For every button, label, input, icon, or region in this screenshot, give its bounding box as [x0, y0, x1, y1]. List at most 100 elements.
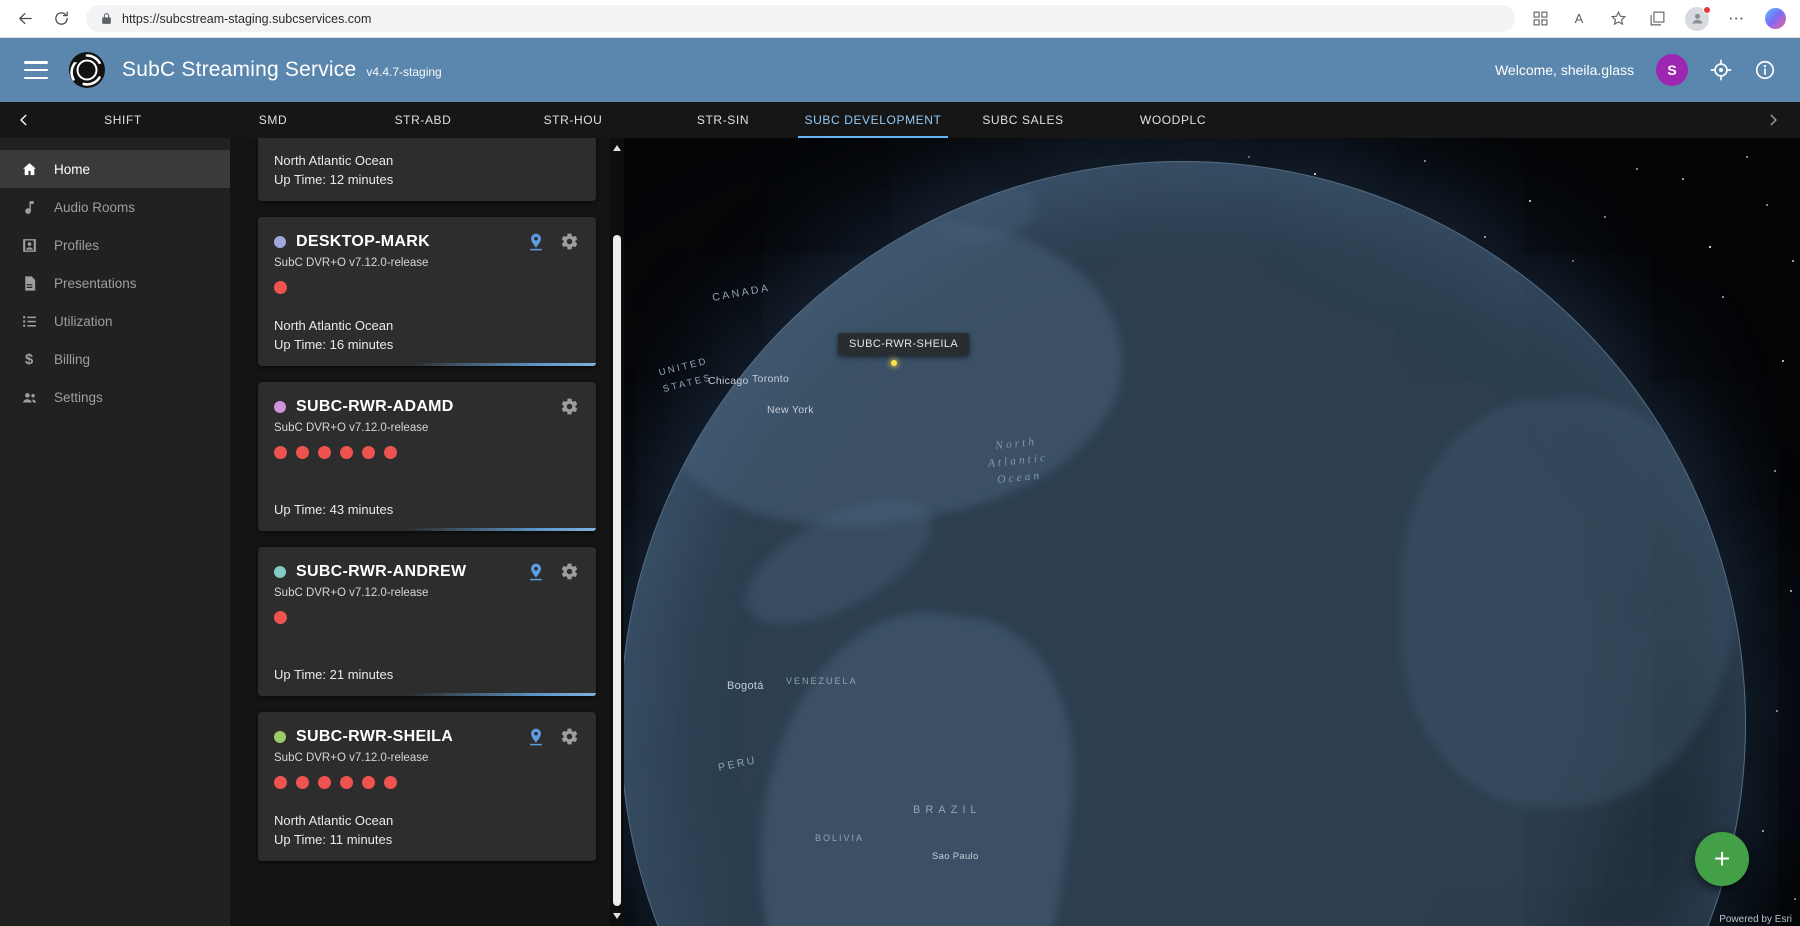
document-icon [20, 274, 38, 292]
tab-shift[interactable]: SHIFT [48, 102, 198, 138]
device-map-marker[interactable] [891, 360, 897, 366]
person-icon [1690, 11, 1705, 26]
location-pin-icon[interactable] [526, 562, 546, 582]
location-pin-icon[interactable] [526, 232, 546, 252]
browser-profile-avatar[interactable] [1685, 7, 1709, 31]
sidebar-item-presentations[interactable]: Presentations [0, 264, 230, 302]
main-content: Home Audio Rooms Profiles Presentations … [0, 138, 1800, 926]
lock-icon [100, 12, 113, 25]
device-card-subc-rwr-andrew[interactable]: SUBC-RWR-ANDREW SubC DVR+O v7.12.0-relea… [258, 547, 596, 696]
device-card-partial[interactable]: North Atlantic Ocean Up Time: 12 minutes [258, 138, 596, 201]
device-status-dot [274, 236, 286, 248]
map-label-venezuela: VENEZUELA [786, 676, 858, 686]
sidebar-item-label: Presentations [54, 276, 137, 291]
scroll-down-icon[interactable] [613, 913, 621, 919]
tabs-scroll-left-icon[interactable] [0, 102, 48, 138]
tabs-scroll-right-icon[interactable] [1746, 102, 1800, 138]
device-version: SubC DVR+O v7.12.0-release [274, 587, 580, 599]
map-label-new-york: New York [767, 404, 814, 416]
sidebar-item-label: Billing [54, 352, 90, 367]
url-text: https://subcstream-staging.subcservices.… [122, 12, 371, 26]
profile-badge-icon [20, 236, 38, 254]
copilot-icon[interactable] [1765, 8, 1786, 29]
device-version: SubC DVR+O v7.12.0-release [274, 257, 580, 269]
sidebar-item-billing[interactable]: $ Billing [0, 340, 230, 378]
status-dot-red [340, 446, 353, 459]
globe-map[interactable]: CANADA UNITED STATES Chicago Toronto New… [624, 138, 1800, 926]
device-status-dot [274, 401, 286, 413]
device-location: North Atlantic Ocean [274, 318, 580, 334]
sidebar-item-profiles[interactable]: Profiles [0, 226, 230, 264]
status-dot-red [274, 446, 287, 459]
tab-str-abd[interactable]: STR-ABD [348, 102, 498, 138]
dollar-icon: $ [20, 350, 38, 368]
menu-hamburger-icon[interactable] [24, 61, 48, 79]
map-labels: CANADA UNITED STATES Chicago Toronto New… [624, 138, 1800, 926]
stream-status-dots [274, 446, 580, 459]
sidebar-item-settings[interactable]: Settings [0, 378, 230, 416]
device-name: DESKTOP-MARK [296, 233, 430, 251]
profile-notification-dot [1703, 6, 1711, 14]
tab-smd[interactable]: SMD [198, 102, 348, 138]
status-dot-red [274, 281, 287, 294]
add-fab-button[interactable]: + [1695, 832, 1749, 886]
device-location [274, 648, 580, 664]
status-dot-red [384, 776, 397, 789]
favorites-star-icon[interactable] [1607, 8, 1629, 30]
sidebar-item-label: Audio Rooms [54, 200, 135, 215]
status-dot-red [362, 776, 375, 789]
sidebar-item-home[interactable]: Home [0, 150, 230, 188]
settings-gear-icon[interactable] [560, 397, 580, 417]
device-list-scrollbar [610, 138, 624, 926]
map-label-bolivia: BOLIVIA [815, 833, 864, 843]
location-pin-icon[interactable] [526, 727, 546, 747]
tab-woodplc[interactable]: WOODPLC [1098, 102, 1248, 138]
device-uptime: Up Time: 11 minutes [274, 832, 580, 847]
tab-str-sin[interactable]: STR-SIN [648, 102, 798, 138]
sidebar-item-audio-rooms[interactable]: Audio Rooms [0, 188, 230, 226]
welcome-text: Welcome, sheila.glass [1495, 62, 1634, 78]
status-dot-red [274, 776, 287, 789]
device-uptime: Up Time: 12 minutes [274, 172, 580, 187]
scroll-up-icon[interactable] [613, 145, 621, 151]
device-card-subc-rwr-adamd[interactable]: SUBC-RWR-ADAMD SubC DVR+O v7.12.0-releas… [258, 382, 596, 531]
status-dot-red [384, 446, 397, 459]
device-status-dot [274, 731, 286, 743]
status-dot-red [318, 776, 331, 789]
sidebar-item-utilization[interactable]: Utilization [0, 302, 230, 340]
address-bar[interactable]: https://subcstream-staging.subcservices.… [86, 5, 1515, 32]
back-icon[interactable] [14, 8, 36, 30]
device-card-desktop-mark[interactable]: DESKTOP-MARK SubC DVR+O v7.12.0-release … [258, 217, 596, 366]
info-icon[interactable] [1754, 59, 1776, 81]
status-dot-red [296, 446, 309, 459]
tab-subc-sales[interactable]: SUBC SALES [948, 102, 1098, 138]
device-name: SUBC-RWR-ADAMD [296, 398, 454, 416]
device-list: North Atlantic Ocean Up Time: 12 minutes… [230, 138, 610, 926]
settings-gear-icon[interactable] [560, 562, 580, 582]
device-version: SubC DVR+O v7.12.0-release [274, 752, 580, 764]
music-note-icon [20, 198, 38, 216]
app-title-group: SubC Streaming Service v4.4.7-staging [122, 58, 442, 82]
map-label-brazil: BRAZIL [913, 804, 982, 816]
collections-icon[interactable] [1646, 8, 1668, 30]
read-aloud-icon[interactable]: A [1568, 8, 1590, 30]
device-card-subc-rwr-sheila[interactable]: SUBC-RWR-SHEILA SubC DVR+O v7.12.0-relea… [258, 712, 596, 861]
app-version: v4.4.7-staging [366, 65, 441, 79]
browser-menu-icon[interactable]: ··· [1726, 8, 1748, 30]
refresh-icon[interactable] [50, 8, 72, 30]
sidebar-item-label: Profiles [54, 238, 99, 253]
stream-status-dots [274, 776, 580, 789]
settings-gear-icon[interactable] [560, 232, 580, 252]
scrollbar-thumb[interactable] [613, 235, 621, 906]
home-icon [20, 160, 38, 178]
tab-subc-development[interactable]: SUBC DEVELOPMENT [798, 102, 948, 138]
locate-crosshair-icon[interactable] [1710, 59, 1732, 81]
device-version: SubC DVR+O v7.12.0-release [274, 422, 580, 434]
device-location [274, 483, 580, 499]
user-avatar[interactable]: S [1656, 54, 1688, 86]
apps-grid-icon[interactable] [1529, 8, 1551, 30]
app-title: SubC Streaming Service [122, 58, 356, 82]
status-dot-red [274, 611, 287, 624]
tab-str-hou[interactable]: STR-HOU [498, 102, 648, 138]
settings-gear-icon[interactable] [560, 727, 580, 747]
